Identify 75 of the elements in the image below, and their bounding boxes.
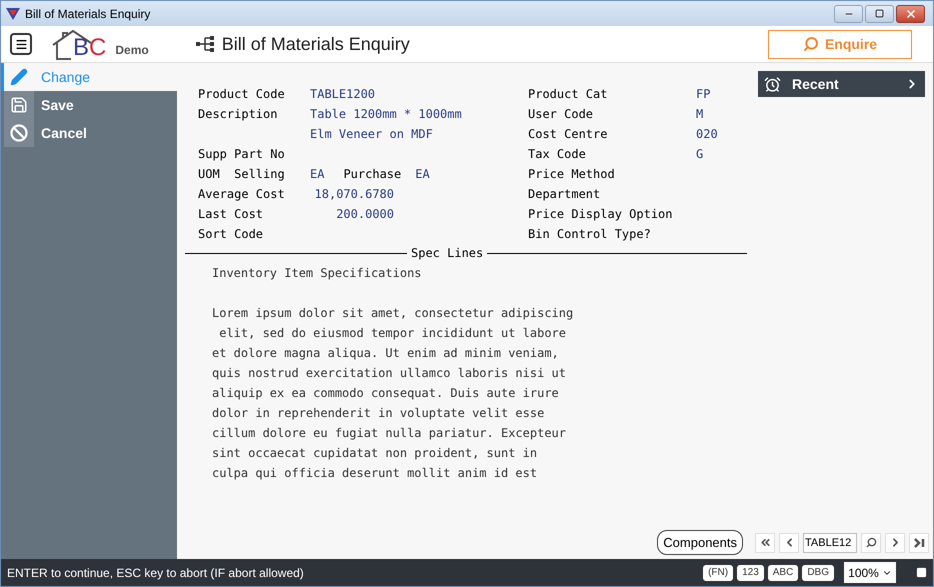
search-button[interactable] [861,532,881,552]
record-field[interactable]: TABLE12 [803,532,857,552]
field-label: Department [528,186,602,203]
search-icon [866,537,876,548]
field-label: Price Method [528,166,616,183]
status-toggle[interactable]: DBG [802,564,834,580]
menu-icon [14,38,28,50]
status-toggle[interactable]: (FN) [703,564,734,580]
field-value: TABLE1200 [310,86,376,103]
logo-text: BC [73,36,106,60]
save-icon [10,96,28,114]
maximize-button[interactable] [865,4,894,22]
spec-line: cillum dolore eu fugiat nulla pariatur. Excepteur [212,425,568,442]
close-button[interactable] [896,4,925,22]
status-message: ENTER to continue, ESC key to abort (IF abort allowed) [7,564,304,582]
status-toggle[interactable]: ABC [768,564,798,580]
spec-line: dolor in reprehenderit in voluptate velit esse [212,405,546,422]
recent-panel-header[interactable]: Recent [758,71,925,97]
field-label: Description [198,106,278,123]
field-label: Supp Part No [198,146,286,163]
field-value: 200.0000 [335,206,394,223]
first-icon [758,536,772,549]
house-icon [51,28,91,61]
status-toggle[interactable]: 123 [737,564,764,580]
spec-line: culpa qui officia deserunt mollit anim id est [212,465,538,482]
spec-line: quis nostrud exercitation ullamco laboris nisi ut [212,365,568,382]
field-label: UOM Selling [198,166,286,183]
spec-line: Lorem ipsum dolor sit amet, consectetur adipiscing [212,305,574,322]
zoom-dropdown[interactable]: 100% [844,562,896,583]
field-value: 020 [696,126,718,143]
field-label: Cost Centre [528,126,608,143]
field-value: G [696,146,704,163]
field-value: EA [415,166,430,183]
field-label: Tax Code [528,146,587,163]
alarm-clock-icon [764,76,781,92]
field-value: Elm Veneer on MDF [310,126,433,143]
pencil-icon [10,68,28,86]
field-label: Price Display Option [528,206,674,223]
field-label: Product Code [198,86,286,103]
field-label: Average Cost [198,186,286,203]
spec-line: sint occaecat cupidatat non proident, sunt in [212,445,538,462]
maximize-icon [875,9,884,18]
page-title: Bill of Materials Enquiry [222,32,410,56]
field-value: 18,070.6780 [314,186,394,203]
field-label: Bin Control Type? [528,226,652,243]
sidebar-item[interactable]: Cancel [1,119,177,147]
field-label: Sort Code [198,226,264,243]
window-title: Bill of Materials Enquiry [25,6,150,22]
field-label: Product Cat [528,86,608,103]
menu-button[interactable] [10,33,32,55]
search-icon [802,36,819,52]
first-record-button[interactable] [755,532,775,552]
logo-caption: Demo [115,42,149,59]
field-value: Table 1200mm * 1000mm [310,106,462,123]
app-logo-icon [5,6,21,20]
last-icon [913,536,925,548]
field-label: Purchase [343,166,402,183]
spec-line: elit, sed do eiusmod tempor incididunt ut labore [218,325,568,342]
field-value: EA [310,166,324,183]
section-title: Spec Lines [410,245,484,261]
spec-line: aliquip ex ea commodo consequat. Duis aute irure [212,385,560,402]
close-icon [904,8,916,20]
spec-line: et dolore magna aliqua. Ut enim ad minim veniam, [212,345,560,362]
components-button[interactable]: Components [657,530,743,555]
sidebar-item[interactable]: Save [1,91,177,119]
last-record-button[interactable] [909,532,929,552]
field-label: User Code [528,106,594,123]
cancel-icon [10,124,28,142]
next-record-button[interactable] [885,532,905,552]
spec-heading: Inventory Item Specifications [212,265,423,282]
field-value: M [696,106,704,123]
field-label: Last Cost [198,206,264,223]
previous-record-button[interactable] [779,532,799,552]
field-value: FP [696,86,710,103]
hierarchy-icon [196,36,214,52]
